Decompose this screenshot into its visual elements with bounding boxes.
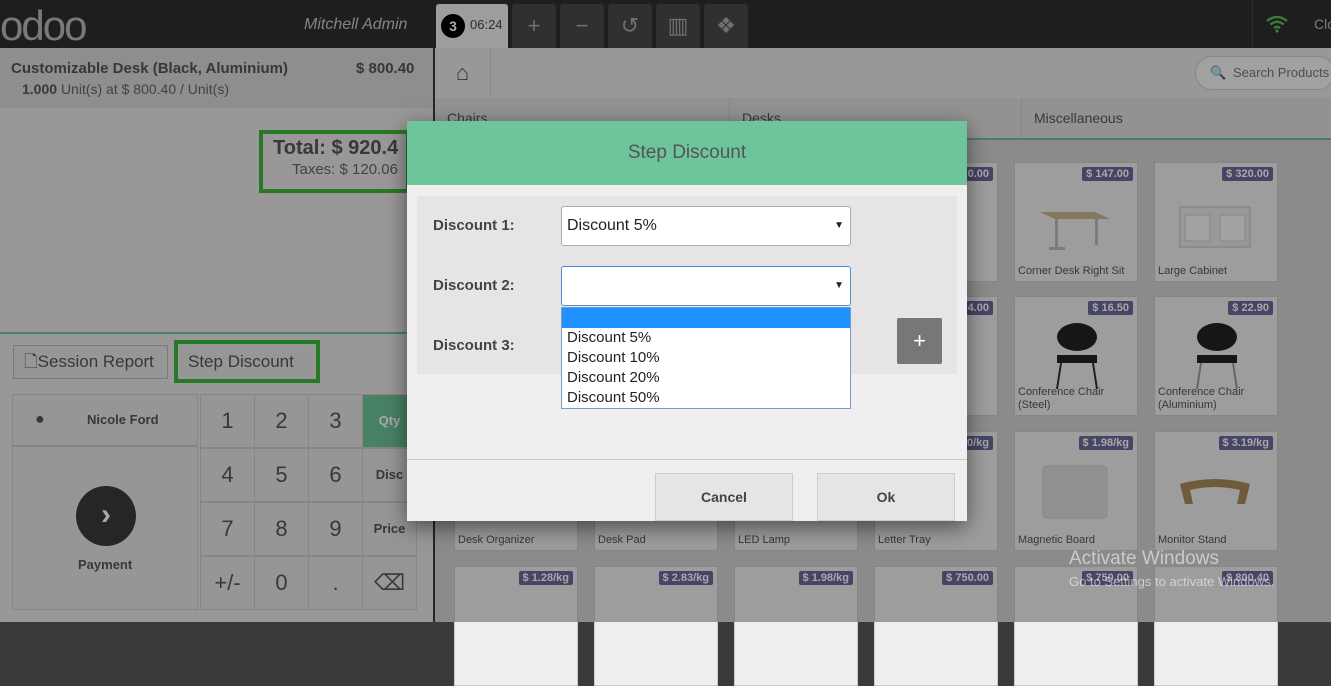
dropdown-option-20[interactable]: Discount 20% [562,368,850,388]
discount1-value: Discount 5% [567,217,657,234]
dropdown-option-5[interactable]: Discount 5% [562,328,850,348]
ok-button[interactable]: Ok [817,473,955,521]
discount2-label: Discount 2: [433,277,515,294]
activate-windows-subtitle: Go to Settings to activate Windows. [1069,574,1275,589]
dropdown-option-10[interactable]: Discount 10% [562,348,850,368]
discount2-dropdown-list: Discount 5% Discount 10% Discount 20% Di… [561,307,851,409]
discount3-label: Discount 3: [433,337,515,354]
cancel-button[interactable]: Cancel [655,473,793,521]
discount2-select[interactable]: ▼ [561,266,851,306]
discount1-label: Discount 1: [433,217,515,234]
dropdown-arrow-icon: ▼ [834,220,844,231]
add-discount-button[interactable]: + [897,318,942,364]
step-discount-dialog: Step Discount Discount 1: Discount 5% ▼ … [407,121,967,521]
dropdown-option-50[interactable]: Discount 50% [562,388,850,408]
dialog-title: Step Discount [407,121,967,185]
discount1-select[interactable]: Discount 5% ▼ [561,206,851,246]
activate-windows-title: Activate Windows [1069,548,1219,569]
dropdown-arrow-icon: ▼ [834,280,844,291]
plus-icon: + [913,328,926,353]
dropdown-option-empty[interactable] [562,308,850,328]
